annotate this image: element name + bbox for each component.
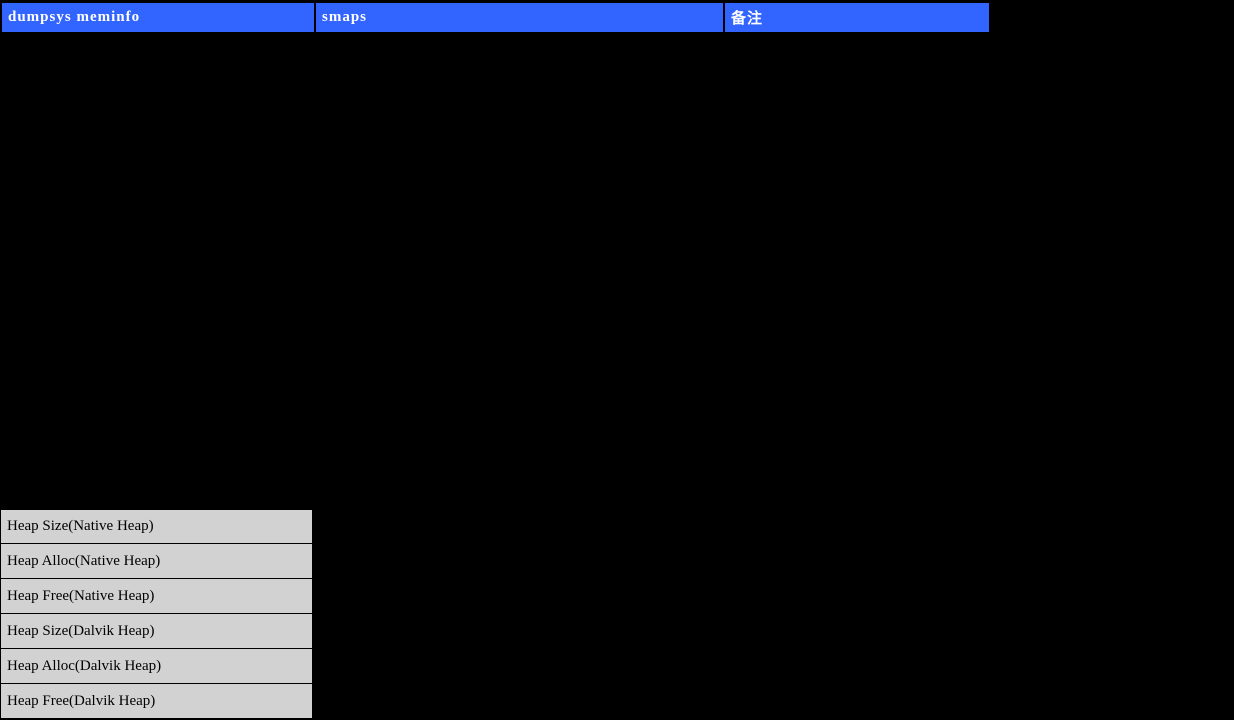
header-row: dumpsys meminfo smaps 备注 (1, 2, 990, 33)
grey-label-stack: Heap Size(Native Heap) Heap Alloc(Native… (1, 509, 314, 719)
grey-row: Heap Alloc(Dalvik Heap) (1, 649, 314, 684)
grey-row: Heap Free(Dalvik Heap) (1, 684, 314, 719)
grey-row: Heap Alloc(Native Heap) (1, 544, 314, 579)
page-root: { "header": { "col0": "dumpsys meminfo",… (0, 0, 1234, 720)
grey-row: Heap Size(Dalvik Heap) (1, 614, 314, 649)
header-col-dumpsys: dumpsys meminfo (1, 2, 315, 33)
grey-row: Heap Size(Native Heap) (1, 509, 314, 544)
grey-row: Heap Free(Native Heap) (1, 579, 314, 614)
header-col-remark: 备注 (724, 2, 990, 33)
header-col-smaps: smaps (315, 2, 724, 33)
